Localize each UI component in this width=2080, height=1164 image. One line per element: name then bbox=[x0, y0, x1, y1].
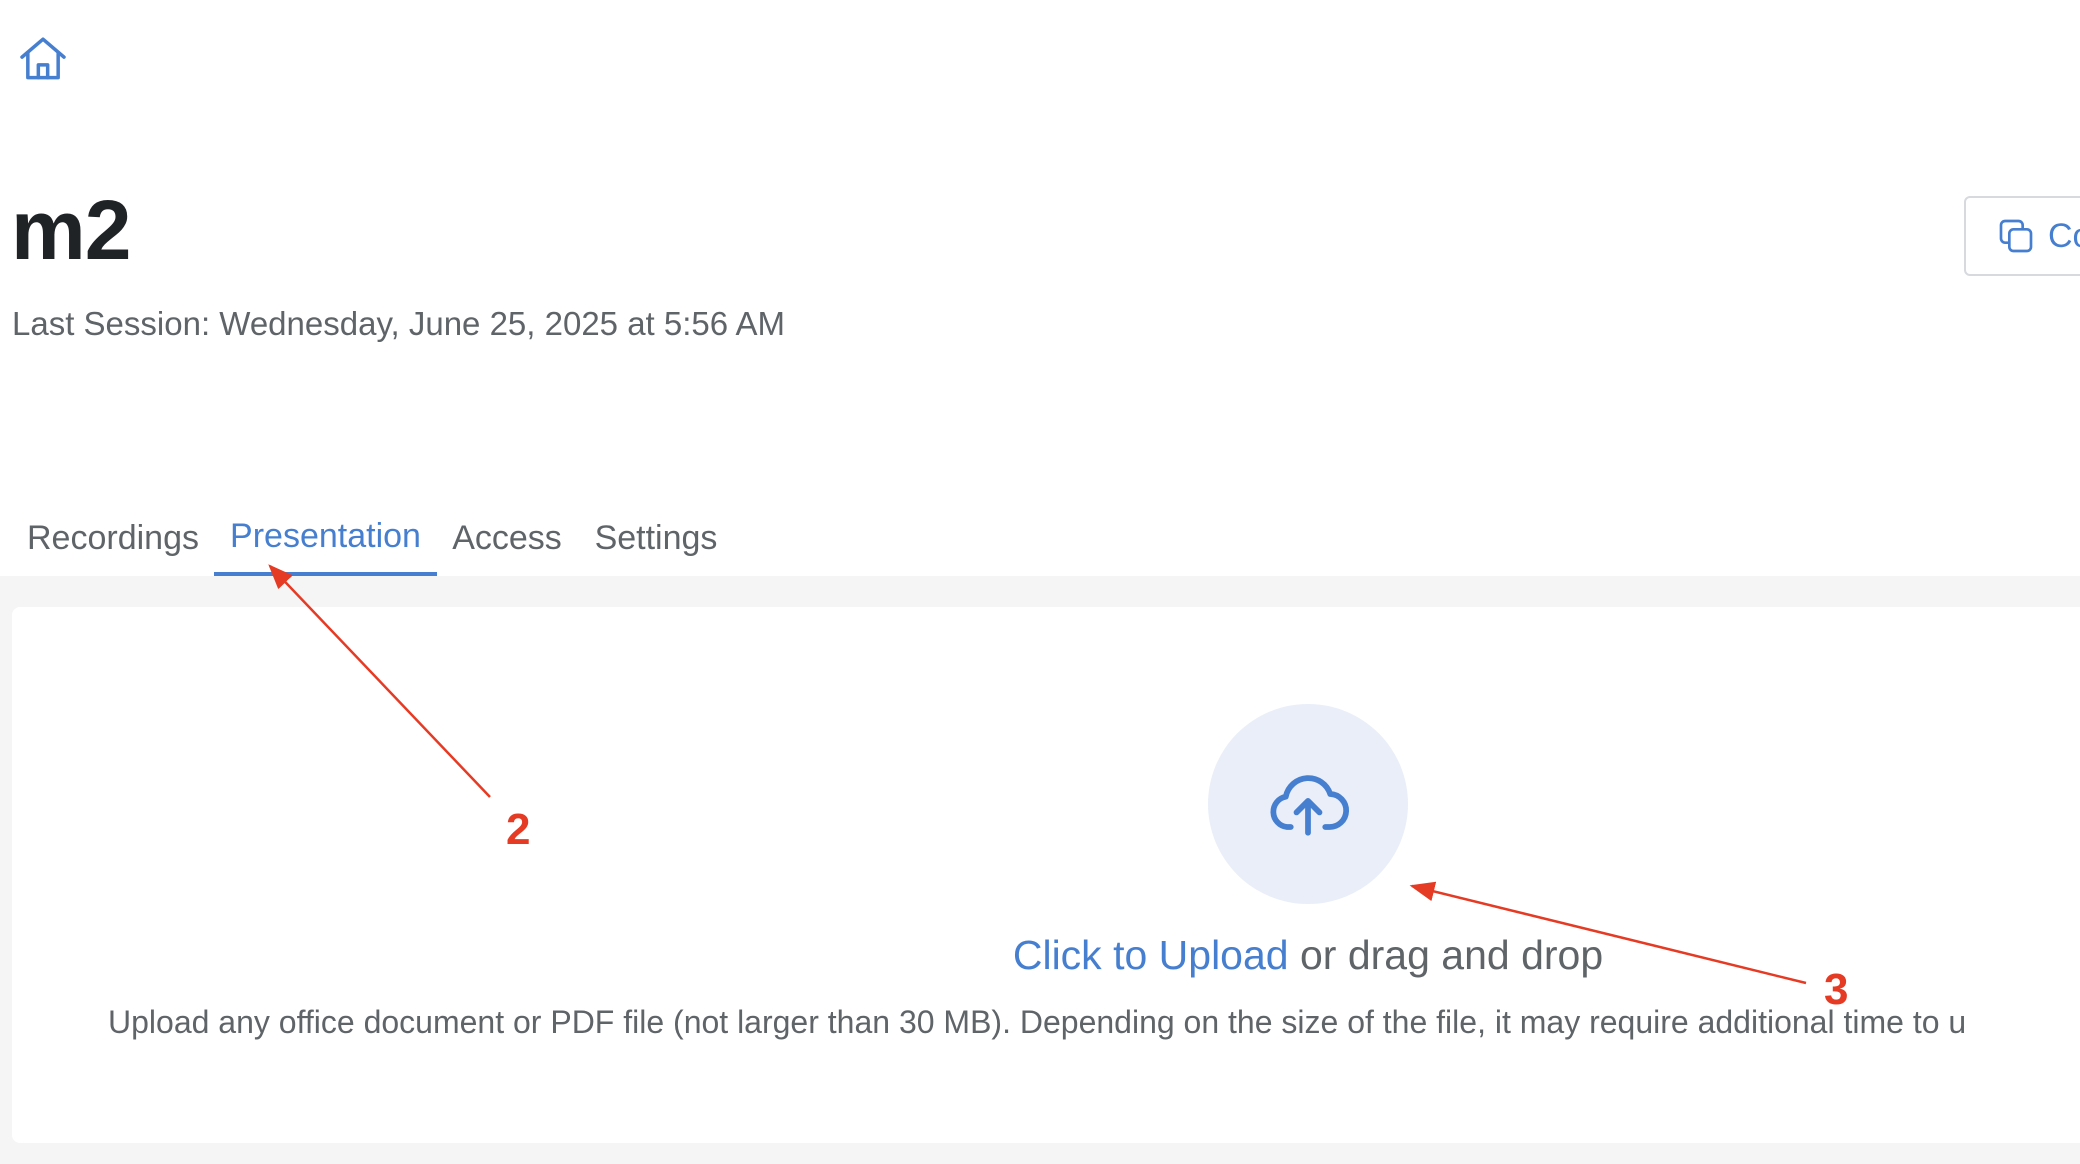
room-page: m2 Last Session: Wednesday, June 25, 202… bbox=[0, 0, 2080, 1164]
last-session-text: Last Session: Wednesday, June 25, 2025 a… bbox=[12, 305, 785, 342]
cloud-upload-icon bbox=[1270, 775, 1350, 836]
drag-drop-text: or drag and drop bbox=[1288, 932, 1604, 978]
upload-icon-circle[interactable] bbox=[1208, 704, 1408, 904]
copy-button-label: Co bbox=[2048, 216, 2080, 255]
tab-access[interactable]: Access bbox=[442, 500, 572, 576]
tab-settings[interactable]: Settings bbox=[580, 500, 732, 576]
tab-presentation[interactable]: Presentation bbox=[214, 500, 437, 576]
home-icon bbox=[20, 37, 66, 80]
annotation-number-3: 3 bbox=[1824, 965, 1849, 1014]
copy-button[interactable]: Co bbox=[1964, 196, 2080, 276]
upload-instruction: Click to Upload or drag and drop bbox=[0, 932, 2080, 979]
copy-icon bbox=[1999, 219, 2033, 253]
room-tabs: Recordings Presentation Access Settings bbox=[0, 500, 2080, 576]
tab-recordings[interactable]: Recordings bbox=[14, 500, 212, 576]
click-to-upload-link[interactable]: Click to Upload bbox=[1013, 932, 1289, 978]
upload-hint-text: Upload any office document or PDF file (… bbox=[108, 1004, 1967, 1040]
upload-dropzone[interactable] bbox=[12, 607, 2080, 1143]
room-title: m2 bbox=[11, 183, 131, 277]
home-button[interactable] bbox=[14, 30, 72, 88]
annotation-number-2: 2 bbox=[506, 805, 531, 854]
